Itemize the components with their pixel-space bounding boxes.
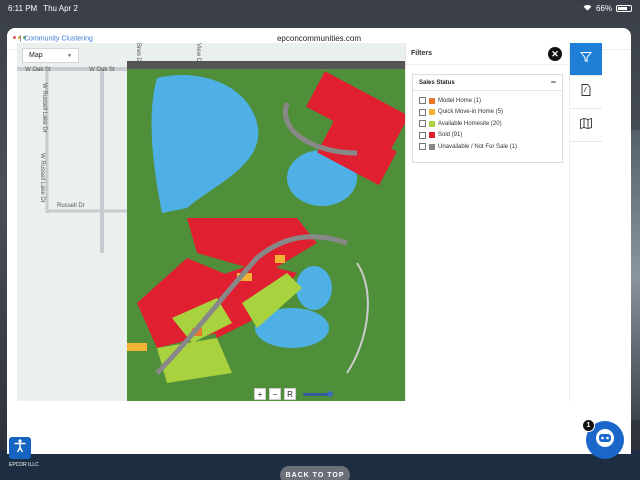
street-label: Russell Dr — [57, 203, 85, 209]
chatbot-icon — [594, 427, 616, 454]
checkbox[interactable] — [419, 143, 426, 151]
filter-icon — [579, 50, 593, 68]
status-label: Sold (91) — [438, 132, 463, 139]
back-to-top-button[interactable]: BACK TO TOP — [280, 466, 350, 480]
street-label: W Oak St — [25, 67, 51, 73]
status-bar: 6:11 PM Thu Apr 2 66% — [0, 0, 640, 16]
map-type-value: Map — [29, 52, 43, 59]
status-item-quick-move-in[interactable]: Quick Move-in Home (5) — [419, 107, 556, 119]
street-label: View Dr — [195, 43, 201, 64]
map-toolbar — [569, 43, 602, 401]
status-time: 6:11 PM — [8, 3, 38, 13]
street-label: Bren Dr — [135, 43, 141, 64]
chat-notification-badge: 1 — [582, 419, 595, 432]
pdf-icon — [581, 83, 591, 101]
sales-status-list: Model Home (1) Quick Move-in Home (5) Av… — [413, 91, 562, 157]
color-swatch — [429, 132, 435, 139]
filters-header: Filters ✕ — [406, 43, 568, 65]
map-type-select[interactable]: Map ▼ — [22, 48, 79, 63]
checkbox[interactable] — [419, 97, 426, 105]
color-swatch — [429, 143, 435, 150]
accessibility-icon — [13, 438, 27, 458]
status-label: Available Homesite (20) — [438, 120, 502, 127]
sales-status-title: Sales Status — [419, 79, 455, 86]
sales-status-card: Sales Status − Model Home (1) Quick Move… — [412, 74, 563, 163]
street-label: W Oak St — [89, 67, 115, 73]
status-item-sold[interactable]: Sold (91) — [419, 130, 556, 142]
battery-percent: 66% — [595, 3, 612, 13]
close-icon[interactable]: ✕ — [548, 47, 562, 61]
site-map[interactable]: Map ▼ W Oak St W Oak St W Russell Lake D… — [17, 43, 405, 401]
status-date: Thu Apr 2 — [43, 3, 78, 13]
brand-label: EPCOR ILLC — [9, 462, 39, 468]
filter-button[interactable] — [570, 43, 602, 76]
checkbox[interactable] — [419, 120, 426, 128]
color-swatch — [429, 97, 435, 104]
breadcrumb[interactable]: Community Clustering — [20, 35, 93, 42]
reset-button[interactable]: R — [284, 388, 296, 400]
zoom-out-button[interactable]: − — [269, 388, 281, 400]
rotation-slider[interactable] — [303, 390, 333, 397]
status-label: Quick Move-in Home (5) — [438, 109, 504, 116]
caret-down-icon: ▼ — [67, 52, 72, 59]
status-item-available[interactable]: Available Homesite (20) — [419, 118, 556, 130]
map-icon — [580, 116, 592, 134]
color-swatch — [429, 120, 435, 127]
url-label[interactable]: epconcommunities.com — [277, 34, 361, 43]
status-label: Unavailable / Not For Sale (1) — [438, 143, 518, 150]
map-controls: + − R — [254, 388, 333, 400]
checkbox[interactable] — [419, 108, 426, 116]
accessibility-button[interactable] — [9, 437, 31, 459]
color-swatch — [429, 109, 435, 116]
street-label: W Russell Lake Dr — [39, 153, 45, 203]
filters-title: Filters — [411, 50, 433, 57]
battery-icon — [616, 4, 632, 12]
status-item-model-home[interactable]: Model Home (1) — [419, 95, 556, 107]
status-label: Model Home (1) — [438, 97, 482, 104]
site-map-canvas — [17, 43, 405, 401]
status-item-unavailable[interactable]: Unavailable / Not For Sale (1) — [419, 141, 556, 153]
status-right: 66% — [583, 4, 632, 13]
zoom-in-button[interactable]: + — [254, 388, 266, 400]
street-label: W Russell Lake Dr — [41, 83, 47, 133]
wifi-icon — [583, 4, 592, 13]
pdf-button[interactable] — [570, 76, 602, 109]
sales-status-header[interactable]: Sales Status − — [413, 75, 562, 91]
filters-panel: Filters ✕ Sales Status − Model Home (1) … — [405, 43, 568, 401]
collapse-icon[interactable]: − — [551, 78, 556, 87]
map-view-button[interactable] — [570, 109, 602, 142]
checkbox[interactable] — [419, 131, 426, 139]
